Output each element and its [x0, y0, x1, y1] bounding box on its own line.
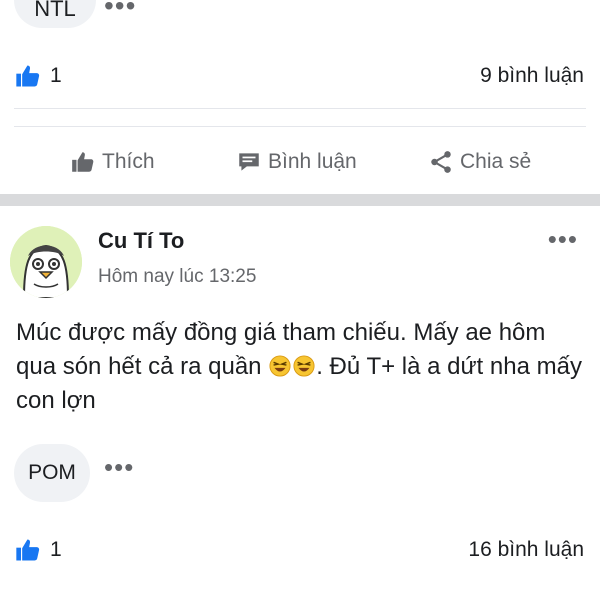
comment-bubble-icon	[239, 153, 259, 171]
like-button[interactable]: Thích	[70, 140, 155, 184]
thumbs-up-icon	[72, 152, 94, 172]
thumbs-up-icon	[16, 539, 40, 561]
more-dots-icon[interactable]: •••	[548, 226, 578, 252]
tag-chip-ntl[interactable]: NTL	[14, 0, 96, 28]
avatar[interactable]	[10, 226, 82, 298]
comment-count[interactable]: 9 bình luận	[480, 64, 584, 88]
share-icon	[431, 151, 451, 173]
like-button-label: Thích	[102, 150, 155, 173]
previous-post: NTL ••• 1 9 bình luận Thích Bình luận Ch…	[0, 0, 600, 194]
feed-screen: NTL ••• 1 9 bình luận Thích Bình luận Ch…	[0, 0, 600, 600]
post-actions: Thích Bình luận Chia sẻ	[0, 140, 600, 184]
comment-button-label: Bình luận	[268, 150, 357, 173]
cartoon-face-icon	[10, 226, 82, 298]
author-name[interactable]: Cu Tí To	[98, 228, 184, 254]
reaction-summary: 1 16 bình luận	[0, 530, 600, 570]
share-button-label: Chia sẻ	[460, 150, 532, 173]
post-timestamp[interactable]: Hôm nay lúc 13:25	[98, 266, 256, 288]
post-body: Múc được mấy đồng giá tham chiếu. Mấy ae…	[16, 316, 586, 418]
more-dots-icon[interactable]: •••	[104, 0, 136, 20]
divider	[14, 126, 586, 127]
comment-count[interactable]: 16 bình luận	[468, 538, 584, 562]
like-count-value: 1	[50, 64, 62, 87]
share-button[interactable]: Chia sẻ	[428, 140, 531, 184]
like-count[interactable]: 1	[14, 62, 62, 90]
more-dots-icon[interactable]: •••	[104, 454, 134, 480]
tag-chip-pom[interactable]: POM	[14, 444, 90, 502]
laughing-emoji-icon	[269, 355, 291, 377]
divider	[14, 108, 586, 109]
thumbs-up-icon	[16, 65, 40, 87]
comment-button[interactable]: Bình luận	[236, 140, 357, 184]
post-card: Cu Tí To Hôm nay lúc 13:25 ••• Múc được …	[0, 206, 600, 600]
like-count-value: 1	[50, 538, 62, 561]
reaction-summary: 1 9 bình luận	[0, 56, 600, 96]
laughing-emoji-icon	[293, 355, 315, 377]
post-separator	[0, 194, 600, 206]
like-count[interactable]: 1	[14, 536, 62, 564]
